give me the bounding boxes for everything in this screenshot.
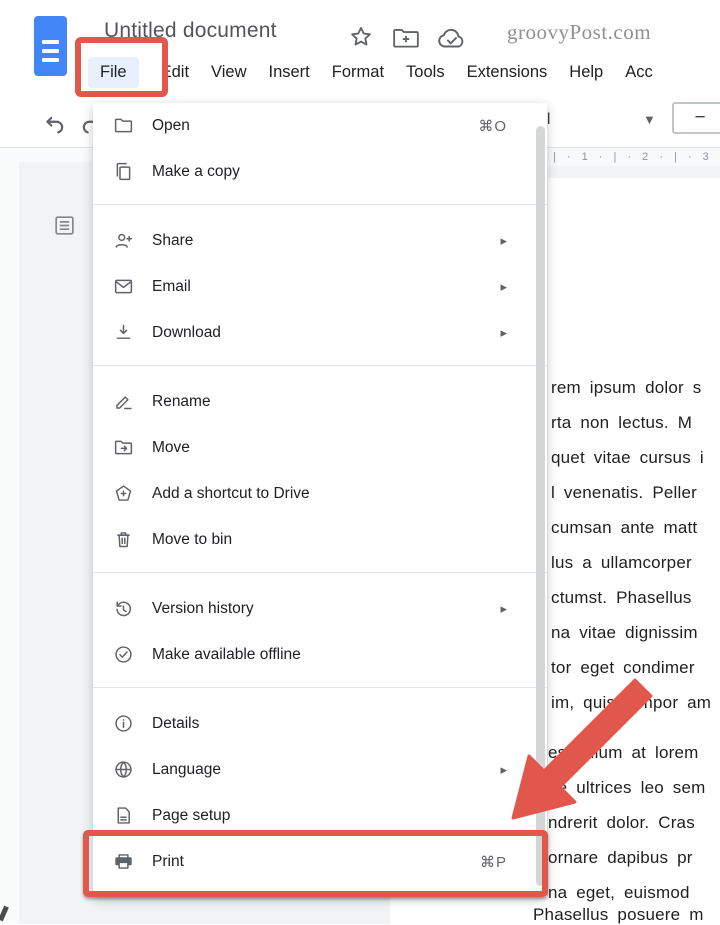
menu-item-open[interactable]: Open⌘O — [93, 103, 547, 149]
decrease-font-size-button[interactable]: − — [672, 102, 720, 134]
menu-item-label: Download — [152, 324, 500, 342]
menubar: FileEditViewInsertFormatToolsExtensionsH… — [88, 54, 653, 90]
menu-item-label: Move to bin — [152, 531, 507, 549]
move-folder-icon[interactable] — [392, 27, 420, 54]
menu-item-make-available-offline[interactable]: Make available offline — [93, 632, 547, 678]
menu-item-add-a-shortcut-to-drive[interactable]: Add a shortcut to Drive — [93, 471, 547, 517]
menu-divider — [93, 687, 547, 688]
menu-item-label: Open — [152, 117, 478, 135]
left-gutter — [0, 161, 19, 924]
file-menu: Open⌘OMake a copyShare▸Email▸Download▸Re… — [93, 103, 547, 897]
info-icon — [113, 713, 137, 735]
horizontal-ruler: | · 1 · | · 2 · | · 3 · — [548, 148, 720, 166]
document-text-line: na vitae dignissim — [551, 615, 711, 650]
menu-item-label: Page setup — [152, 807, 507, 825]
menu-item-version-history[interactable]: Version history▸ — [93, 586, 547, 632]
menu-item-download[interactable]: Download▸ — [93, 310, 547, 356]
menu-item-label: Version history — [152, 600, 500, 618]
pencil-icon — [113, 391, 137, 413]
menu-item-language[interactable]: Language▸ — [93, 747, 547, 793]
menu-item-label: Make a copy — [152, 163, 507, 181]
menubar-item-insert[interactable]: Insert — [269, 63, 310, 82]
chevron-down-icon[interactable]: ▼ — [643, 112, 656, 127]
person-add-icon — [113, 230, 137, 252]
google-docs-logo-icon[interactable] — [34, 16, 67, 76]
document-outline-icon[interactable] — [52, 210, 77, 246]
submenu-arrow-icon: ▸ — [500, 762, 507, 778]
document-text-line: im, quis tempor am — [551, 685, 711, 720]
trash-icon — [113, 529, 137, 551]
copy-icon — [113, 161, 137, 183]
document-text-line: tor eget condimer — [551, 650, 711, 685]
menu-item-label: Rename — [152, 393, 507, 411]
menu-item-label: Add a shortcut to Drive — [152, 485, 507, 503]
menu-item-move[interactable]: Move — [93, 425, 547, 471]
print-highlight-box — [83, 830, 548, 897]
menu-item-move-to-bin[interactable]: Move to bin — [93, 517, 547, 563]
menubar-item-extensions[interactable]: Extensions — [467, 63, 548, 82]
document-text-line: estibulum at lorem — [548, 735, 706, 770]
menu-item-label: Details — [152, 715, 507, 733]
menu-item-share[interactable]: Share▸ — [93, 218, 547, 264]
offline-check-icon — [113, 644, 137, 666]
star-icon[interactable] — [348, 24, 374, 55]
menu-divider — [93, 365, 547, 366]
menubar-item-tools[interactable]: Tools — [406, 63, 445, 82]
menu-item-label: Share — [152, 232, 500, 250]
submenu-arrow-icon: ▸ — [500, 601, 507, 617]
menubar-item-view[interactable]: View — [211, 63, 246, 82]
menubar-item-format[interactable]: Format — [332, 63, 384, 82]
cloud-status-icon[interactable] — [436, 27, 468, 55]
menu-item-rename[interactable]: Rename — [93, 379, 547, 425]
envelope-icon — [113, 276, 137, 298]
document-text-line: lus a ullamcorper — [551, 545, 711, 580]
document-text-line: ornare dapibus pr — [548, 840, 706, 875]
menu-scrollbar[interactable] — [536, 126, 545, 886]
undo-icon[interactable] — [42, 112, 68, 143]
menubar-item-help[interactable]: Help — [569, 63, 603, 82]
menubar-item-acc[interactable]: Acc — [625, 63, 653, 82]
menu-item-label: Make available offline — [152, 646, 507, 664]
menu-item-email[interactable]: Email▸ — [93, 264, 547, 310]
menu-item-details[interactable]: Details — [93, 701, 547, 747]
history-icon — [113, 598, 137, 620]
docs-logo-line — [42, 58, 59, 62]
document-text-line: ae ultrices leo sem — [548, 770, 706, 805]
document-text-line: cumsan ante matt — [551, 510, 711, 545]
document-text-line: rta non lectus. M — [551, 405, 711, 440]
document-text-line: l venenatis. Peller — [551, 475, 711, 510]
page-setup-icon — [113, 805, 137, 827]
globe-icon — [113, 759, 137, 781]
document-text-line: rem ipsum dolor s — [551, 370, 711, 405]
document-text-line: quet vitae cursus i — [551, 440, 711, 475]
docs-logo-line — [42, 40, 59, 44]
submenu-arrow-icon: ▸ — [500, 325, 507, 341]
document-text-line: Phasellus posuere m — [533, 905, 704, 925]
document-text-line: ctumst. Phasellus — [551, 580, 711, 615]
drive-shortcut-icon — [113, 483, 137, 505]
menu-item-label: Language — [152, 761, 500, 779]
file-highlight-box — [75, 37, 168, 97]
menu-divider — [93, 204, 547, 205]
folder-move-icon — [113, 437, 137, 459]
download-icon — [113, 322, 137, 344]
submenu-arrow-icon: ▸ — [500, 279, 507, 295]
watermark-text: groovyPost.com — [507, 20, 651, 45]
document-paragraph: rem ipsum dolor srta non lectus. Mquet v… — [551, 370, 711, 720]
folder-icon — [113, 115, 137, 137]
docs-logo-line — [42, 49, 59, 53]
menu-item-label: Move — [152, 439, 507, 457]
menu-item-shortcut: ⌘O — [478, 117, 507, 135]
document-text-line: ndrerit dolor. Cras — [548, 805, 706, 840]
menu-item-make-a-copy[interactable]: Make a copy — [93, 149, 547, 195]
submenu-arrow-icon: ▸ — [500, 233, 507, 249]
menu-item-label: Email — [152, 278, 500, 296]
document-paragraph: estibulum at loremae ultrices leo semndr… — [548, 735, 706, 910]
menu-divider — [93, 572, 547, 573]
